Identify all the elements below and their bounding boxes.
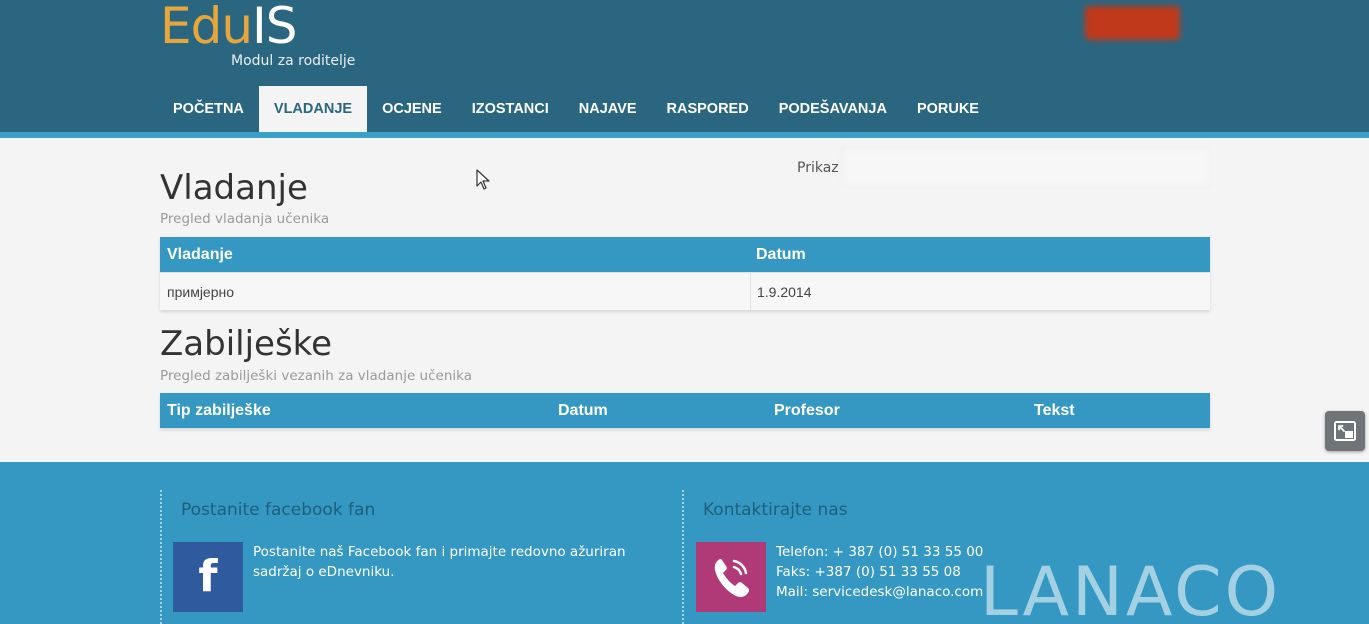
- cell-datum: 1.9.2014: [757, 284, 812, 300]
- nav-item-podesavanja[interactable]: PODEŠAVANJA: [764, 86, 902, 132]
- footer-divider: [160, 490, 162, 624]
- zabiljeske-table: Tip zabilješke Datum Profesor Tekst: [160, 393, 1210, 428]
- logout-button[interactable]: [1085, 6, 1180, 40]
- column-header-tekst[interactable]: Tekst: [1034, 393, 1075, 428]
- facebook-text: Postanite naš Facebook fan i primajte re…: [253, 542, 626, 582]
- vladanje-table: Vladanje Datum примјерно 1.9.2014: [160, 237, 1210, 311]
- prikaz-select[interactable]: [842, 148, 1210, 186]
- vladanje-title: Vladanje: [160, 168, 308, 208]
- contact-mail[interactable]: Mail: servicedesk@lanaco.com: [776, 582, 983, 602]
- zabiljeske-title: Zabilješke: [160, 324, 333, 364]
- nav-item-vladanje[interactable]: VLADANJE: [258, 86, 368, 132]
- phone-handset-icon: [714, 559, 749, 597]
- logo-is: IS: [252, 0, 297, 55]
- column-header-profesor[interactable]: Profesor: [774, 393, 840, 428]
- nav-item-najave[interactable]: NAJAVE: [564, 86, 652, 132]
- table-row: примјерно 1.9.2014: [160, 272, 1210, 311]
- contact-phone: Telefon: + 387 (0) 51 33 55 00: [776, 544, 984, 560]
- contact-info: Telefon: + 387 (0) 51 33 55 00 Faks: +38…: [776, 542, 983, 602]
- mouse-cursor-icon: [476, 169, 490, 190]
- nav-item-ocjene[interactable]: OCJENE: [367, 86, 457, 132]
- column-header-datum[interactable]: Datum: [756, 237, 806, 272]
- main-nav: POČETNA VLADANJE OCJENE IZOSTANCI NAJAVE…: [158, 86, 994, 132]
- logo-subtitle: Modul za roditelje: [231, 53, 356, 69]
- lanaco-logo: LANACO: [980, 553, 1282, 624]
- footer-divider: [682, 490, 684, 624]
- logo[interactable]: EduIS: [160, 0, 298, 55]
- prikaz-label: Prikaz: [797, 160, 839, 176]
- logo-edu: Edu: [160, 0, 253, 55]
- contact-fax: Faks: +387 (0) 51 33 55 08: [776, 564, 961, 580]
- zabiljeske-subtitle: Pregled zabilješki vezanih za vladanje u…: [160, 368, 472, 384]
- footer: Postanite facebook fan f Postanite naš F…: [0, 462, 1369, 624]
- column-header-tip[interactable]: Tip zabilješke: [167, 393, 271, 428]
- facebook-title: Postanite facebook fan: [181, 500, 376, 520]
- column-divider: [750, 273, 751, 311]
- nav-item-pocetna[interactable]: POČETNA: [158, 86, 259, 132]
- nav-item-poruke[interactable]: PORUKE: [902, 86, 994, 132]
- table-header: Tip zabilješke Datum Profesor Tekst: [160, 393, 1210, 428]
- picture-in-picture-icon: [1334, 421, 1356, 441]
- facebook-text-line: sadržaj o eDnevniku.: [253, 564, 395, 580]
- header: EduIS Modul za roditelje POČETNA VLADANJ…: [0, 0, 1369, 134]
- cell-vladanje: примјерно: [167, 284, 235, 300]
- facebook-icon[interactable]: f: [173, 542, 243, 612]
- column-header-vladanje[interactable]: Vladanje: [167, 237, 233, 272]
- nav-item-izostanci[interactable]: IZOSTANCI: [457, 86, 564, 132]
- nav-item-raspored[interactable]: RASPORED: [652, 86, 764, 132]
- picture-in-picture-button[interactable]: [1325, 411, 1365, 451]
- column-header-datum[interactable]: Datum: [558, 393, 608, 428]
- facebook-text-line: Postanite naš Facebook fan i primajte re…: [253, 544, 626, 560]
- contact-title: Kontaktirajte nas: [703, 500, 848, 520]
- table-header: Vladanje Datum: [160, 237, 1210, 272]
- phone-icon: [696, 542, 766, 612]
- vladanje-subtitle: Pregled vladanja učenika: [160, 211, 330, 227]
